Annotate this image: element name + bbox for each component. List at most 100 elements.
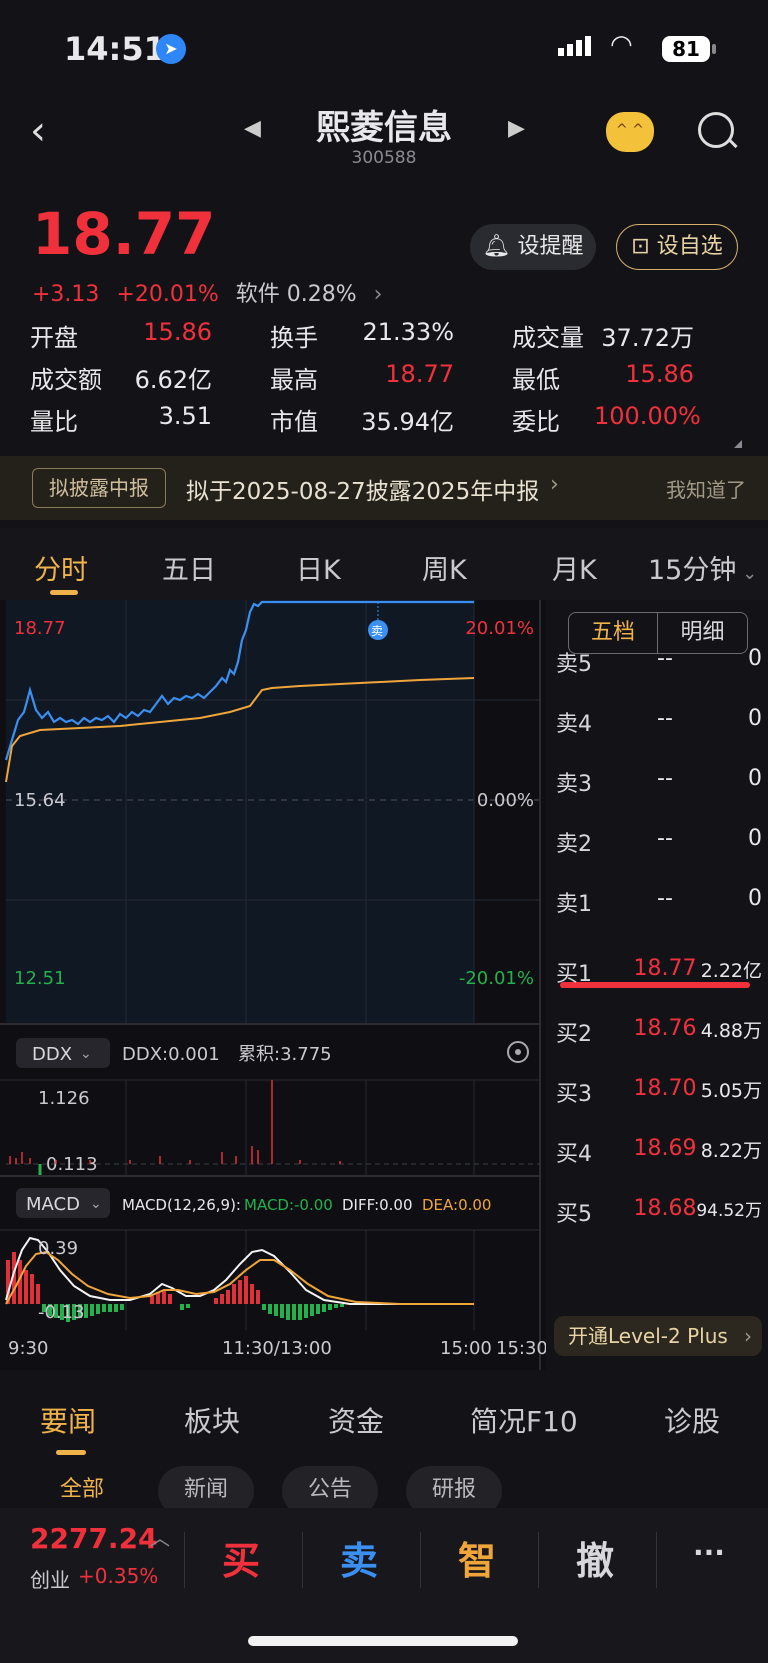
macd-params: MACD(12,26,9):: [122, 1196, 241, 1214]
report-banner[interactable]: 拟披露中报 拟于2025-08-27披露2025年中报 › 我知道了: [0, 456, 768, 520]
sell-label: 卖1: [556, 892, 592, 917]
divider: [538, 1532, 539, 1588]
price-high-label: 18.77: [14, 618, 66, 639]
bell-icon: 🔔︎: [482, 234, 511, 259]
stat-value: 3.51: [158, 402, 212, 430]
battery-level: 81: [662, 36, 710, 62]
tab-monthly-k[interactable]: 月K: [552, 548, 597, 587]
intraday-chart[interactable]: 卖 18.77 15.64 12.51 20.01% 0.00% -20.01%…: [0, 600, 546, 1370]
tab-15min-label: 15分钟: [648, 555, 737, 586]
cancel-order-button[interactable]: 撤: [540, 1530, 650, 1585]
stats-row: 开盘 15.86 换手 21.33% 成交量 37.72万: [30, 318, 740, 360]
level2-upgrade-button[interactable]: 开通Level-2 Plus ›: [554, 1316, 762, 1356]
current-price: 18.77: [32, 200, 216, 268]
stock-header: ‹ ◀ 熙菱信息 300588 ▶: [0, 100, 768, 180]
news-section: 要闻 板块 资金 简况F10 诊股 全部 新闻 公告 研报: [0, 1370, 768, 1516]
chevron-up-icon: ︿: [150, 1526, 170, 1550]
price-change: +3.13: [32, 282, 100, 307]
smart-button[interactable]: 智: [422, 1530, 532, 1585]
add-watchlist-button[interactable]: ⊡ 设自选: [616, 224, 738, 270]
tab-sectors[interactable]: 板块: [184, 1400, 240, 1440]
more-button[interactable]: ···: [654, 1536, 764, 1569]
buy-button[interactable]: 买: [186, 1530, 296, 1585]
stat-label: 换手: [270, 324, 318, 352]
mascot-icon[interactable]: [606, 112, 654, 152]
stat-label: 委比: [512, 408, 560, 436]
index-value[interactable]: 2277.24: [30, 1522, 158, 1555]
tab-15min[interactable]: 15分钟 ⌄: [648, 548, 757, 587]
tab-5day[interactable]: 五日: [162, 548, 216, 587]
buy-qty: 8.22万: [700, 1140, 762, 1162]
stat-label: 市值: [270, 408, 318, 436]
quote-stats: 开盘 15.86 换手 21.33% 成交量 37.72万 成交额 6.62亿 …: [30, 318, 740, 444]
tab-intraday[interactable]: 分时: [34, 548, 88, 587]
price-low-label: 12.51: [14, 968, 66, 989]
stat-value: 35.94亿: [361, 408, 454, 436]
watchlist-icon: ⊡: [631, 234, 650, 259]
time-label: 11:30/13:00: [222, 1338, 332, 1359]
macd-selector-label: MACD: [26, 1194, 80, 1215]
tab-f10[interactable]: 简况F10: [470, 1400, 578, 1440]
sell-label: 卖4: [556, 712, 592, 737]
status-bar: 14:51 ➤ ◠ 81: [0, 0, 768, 100]
buy-label: 买2: [556, 1022, 592, 1047]
sell-qty: 0: [748, 826, 762, 851]
buy-price: 18.68: [633, 1196, 697, 1221]
tab-weekly-k[interactable]: 周K: [422, 548, 467, 587]
stat-label: 量比: [30, 408, 78, 436]
ddx-cumulative: 累积:3.775: [238, 1044, 332, 1065]
sell-qty: 0: [748, 766, 762, 791]
price-panel: [6, 600, 474, 1024]
buy-label: 买1: [556, 962, 592, 987]
ddx-bottom-label: 0.113: [46, 1154, 98, 1175]
buy-qty: 5.05万: [700, 1080, 762, 1102]
stat-value: 21.33%: [362, 318, 454, 346]
buy-label: 买5: [556, 1202, 592, 1227]
pct-low-label: -20.01%: [459, 968, 534, 989]
price-change-row: +3.13 +20.01% 软件 0.28% ›: [32, 276, 392, 308]
macd-bottom-label: -0.13: [38, 1302, 85, 1323]
buy-price: 18.69: [633, 1136, 697, 1161]
chevron-right-icon: ›: [550, 472, 559, 497]
time-label: 15:00: [440, 1338, 492, 1359]
tab-daily-k[interactable]: 日K: [296, 548, 341, 587]
location-icon: ➤: [156, 34, 186, 64]
sell-qty: 0: [748, 886, 762, 911]
tab-headlines[interactable]: 要闻: [40, 1400, 96, 1440]
sell-label: 卖3: [556, 772, 592, 797]
set-alert-button[interactable]: 🔔︎ 设提醒: [470, 224, 596, 270]
tab-diagnosis[interactable]: 诊股: [664, 1400, 720, 1440]
search-icon[interactable]: [698, 112, 734, 148]
sell-price: --: [657, 886, 673, 911]
stat-value: 18.77: [385, 360, 454, 388]
buy-qty: 4.88万: [700, 1020, 762, 1042]
battery-icon: [712, 44, 716, 54]
dismiss-banner-button[interactable]: 我知道了: [666, 474, 746, 503]
macd-top-label: 0.39: [38, 1238, 78, 1259]
buy-label: 买3: [556, 1082, 592, 1107]
time-label: 9:30: [8, 1338, 48, 1359]
stat-value: 15.86: [625, 360, 694, 388]
sell-label: 卖2: [556, 832, 592, 857]
ddx-top-label: 1.126: [38, 1088, 90, 1109]
diff-value: DIFF:0.00: [342, 1196, 413, 1214]
sell-marker-label: 卖: [371, 624, 383, 638]
ddx-value: DDX:0.001: [122, 1044, 220, 1065]
stat-value: 37.72万: [601, 324, 694, 352]
stat-label: 最低: [512, 366, 560, 394]
banner-tag: 拟披露中报: [32, 468, 166, 508]
price-change-pct: +20.01%: [116, 282, 219, 307]
set-alert-label: 设提醒: [517, 234, 584, 259]
expand-corner-icon[interactable]: [734, 440, 742, 448]
next-stock-icon[interactable]: ▶: [508, 116, 525, 141]
sell-button[interactable]: 卖: [304, 1530, 414, 1585]
sell-price: --: [657, 646, 673, 671]
divider: [302, 1532, 303, 1588]
macd-value: MACD:-0.00: [244, 1196, 333, 1214]
sector-link[interactable]: 软件 0.28%: [236, 282, 357, 307]
divider: [184, 1532, 185, 1588]
buy-price: 18.76: [633, 1016, 697, 1041]
tab-capital[interactable]: 资金: [328, 1400, 384, 1440]
sell-price: --: [657, 766, 673, 791]
level2-label: 开通Level-2 Plus: [568, 1324, 728, 1348]
